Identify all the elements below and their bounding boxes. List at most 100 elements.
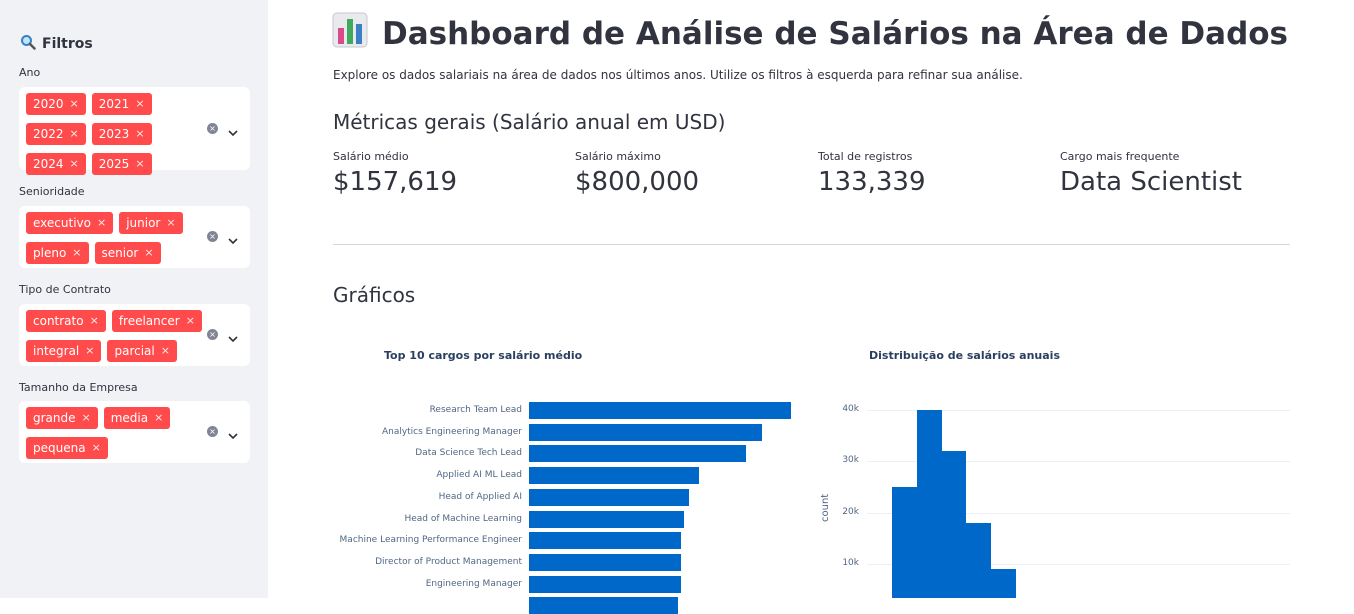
page-title-text: Dashboard de Análise de Salários na Área…	[382, 16, 1289, 52]
metric-value: $157,619	[333, 167, 458, 197]
clear-all-icon[interactable]: ×	[207, 231, 218, 242]
metric-label: Cargo mais frequente	[1060, 150, 1180, 163]
chart-title: Top 10 cargos por salário médio	[384, 349, 583, 362]
filter-chip[interactable]: senior ×	[94, 242, 161, 264]
filter-multiselect[interactable]: 2020 × 2021 × 2022 × 2023 × 2024 × 2025 × ×	[19, 87, 250, 175]
chip-label: parcial	[114, 344, 155, 358]
chip-label: pequena	[33, 441, 86, 455]
bar[interactable]	[529, 423, 762, 441]
filter-multiselect[interactable]: executivo × junior × pleno × senior × ×	[19, 206, 250, 268]
chip-remove-icon[interactable]: ×	[186, 310, 195, 332]
y-tick-label: 30k	[842, 455, 859, 465]
filter-chip[interactable]: pequena ×	[26, 437, 108, 459]
bar-category-label: Head of Applied AI	[438, 491, 522, 502]
bar[interactable]	[529, 488, 689, 506]
filter-chip[interactable]: pleno ×	[26, 242, 89, 264]
chip-remove-icon[interactable]: ×	[161, 340, 170, 362]
chip-list: contrato × freelancer × integral × parcial ×	[26, 310, 206, 362]
clear-all-icon[interactable]: ×	[207, 329, 218, 340]
chip-remove-icon[interactable]: ×	[97, 212, 106, 234]
chip-list: 2020 × 2021 × 2022 × 2023 × 2024 × 2025 ×	[26, 93, 206, 175]
filter-chip[interactable]: junior ×	[119, 212, 183, 234]
chip-remove-icon[interactable]: ×	[90, 310, 99, 332]
chip-remove-icon[interactable]: ×	[70, 123, 79, 145]
filter-chip[interactable]: 2023 ×	[91, 123, 152, 145]
chip-label: freelancer	[118, 314, 180, 328]
bar[interactable]	[529, 402, 791, 419]
main-content: Dashboard de Análise de Salários na Área…	[269, 0, 1354, 614]
metric-card: Salário máximo $800,000	[575, 150, 699, 197]
filter-chip[interactable]: grande ×	[26, 407, 98, 429]
histogram-bar[interactable]	[892, 487, 917, 598]
clear-all-icon[interactable]: ×	[207, 426, 218, 437]
metric-label: Salário médio	[333, 150, 409, 163]
chevron-down-icon[interactable]	[228, 123, 238, 137]
sidebar: Filtros Ano 2020 × 2021 × 2022 × 2023 × 2024 × 2025…	[0, 0, 268, 598]
filter-chip[interactable]: 2021 ×	[91, 93, 152, 115]
chip-remove-icon[interactable]: ×	[135, 153, 144, 175]
filter-chip[interactable]: 2025 ×	[91, 153, 152, 175]
bar[interactable]	[529, 467, 699, 485]
histogram-bar[interactable]	[991, 569, 1016, 598]
chip-label: 2021	[98, 97, 130, 111]
bar[interactable]	[529, 597, 678, 614]
chip-remove-icon[interactable]: ×	[72, 242, 81, 264]
filter-chip[interactable]: 2024 ×	[26, 153, 86, 175]
filter-label: Tamanho da Empresa	[19, 381, 138, 394]
filter-multiselect[interactable]: contrato × freelancer × integral × parcial × ×	[19, 304, 250, 366]
chip-remove-icon[interactable]: ×	[166, 212, 175, 234]
chip-label: executivo	[33, 216, 91, 230]
bar-category-label: Director of Product Management	[375, 556, 522, 567]
chevron-down-icon[interactable]	[228, 329, 238, 343]
filter-chip[interactable]: 2022 ×	[26, 123, 86, 145]
filter-multiselect[interactable]: grande × media × pequena × ×	[19, 401, 250, 463]
bar[interactable]	[529, 575, 681, 593]
chip-label: 2022	[33, 127, 64, 141]
histogram-bar[interactable]	[917, 410, 942, 598]
chip-label: pleno	[33, 246, 67, 260]
filter-chip[interactable]: parcial ×	[107, 340, 177, 362]
clear-all-icon[interactable]: ×	[207, 123, 218, 134]
chevron-down-icon[interactable]	[228, 426, 238, 440]
chip-remove-icon[interactable]: ×	[144, 242, 153, 264]
chart-title: Distribuição de salários anuais	[869, 349, 1060, 362]
page-subtitle: Explore os dados salariais na área de da…	[333, 68, 1023, 82]
metric-card: Salário médio $157,619	[333, 150, 457, 197]
bar-category-label: Applied AI ML Lead	[436, 470, 522, 481]
chip-remove-icon[interactable]: ×	[135, 123, 144, 145]
chip-label: contrato	[33, 314, 84, 328]
chevron-down-icon[interactable]	[228, 231, 238, 245]
chip-label: media	[110, 411, 149, 425]
histogram-bar[interactable]	[941, 451, 966, 598]
sidebar-title-text: Filtros	[42, 36, 93, 52]
divider	[333, 244, 1290, 245]
chip-label: senior	[101, 246, 139, 260]
chip-remove-icon[interactable]: ×	[70, 153, 79, 175]
chip-remove-icon[interactable]: ×	[135, 93, 144, 115]
chip-label: 2024	[33, 157, 64, 171]
chip-remove-icon[interactable]: ×	[70, 93, 79, 115]
chip-remove-icon[interactable]: ×	[154, 407, 163, 429]
filter-chip[interactable]: executivo ×	[26, 212, 114, 234]
filter-chip[interactable]: 2020 ×	[26, 93, 86, 115]
bar[interactable]	[529, 553, 681, 571]
metric-label: Salário máximo	[575, 150, 661, 163]
filter-chip[interactable]: media ×	[103, 407, 171, 429]
filter-chip[interactable]: freelancer ×	[111, 310, 202, 332]
filter-label: Ano	[19, 66, 41, 79]
bar[interactable]	[529, 532, 681, 550]
magnifier-icon	[20, 34, 36, 54]
bar-category-label: Analytics Engineering Manager	[381, 426, 522, 437]
chip-remove-icon[interactable]: ×	[92, 437, 101, 459]
window-edge	[1346, 0, 1354, 598]
chip-label: grande	[33, 411, 76, 425]
chip-list: grande × media × pequena ×	[26, 407, 206, 459]
filter-chip[interactable]: contrato ×	[26, 310, 106, 332]
histogram-bar[interactable]	[966, 523, 991, 598]
charts-heading: Gráficos	[333, 283, 416, 307]
chip-remove-icon[interactable]: ×	[82, 407, 91, 429]
bar[interactable]	[529, 510, 684, 528]
chip-remove-icon[interactable]: ×	[85, 340, 94, 362]
bar[interactable]	[529, 445, 746, 463]
filter-chip[interactable]: integral ×	[26, 340, 102, 362]
